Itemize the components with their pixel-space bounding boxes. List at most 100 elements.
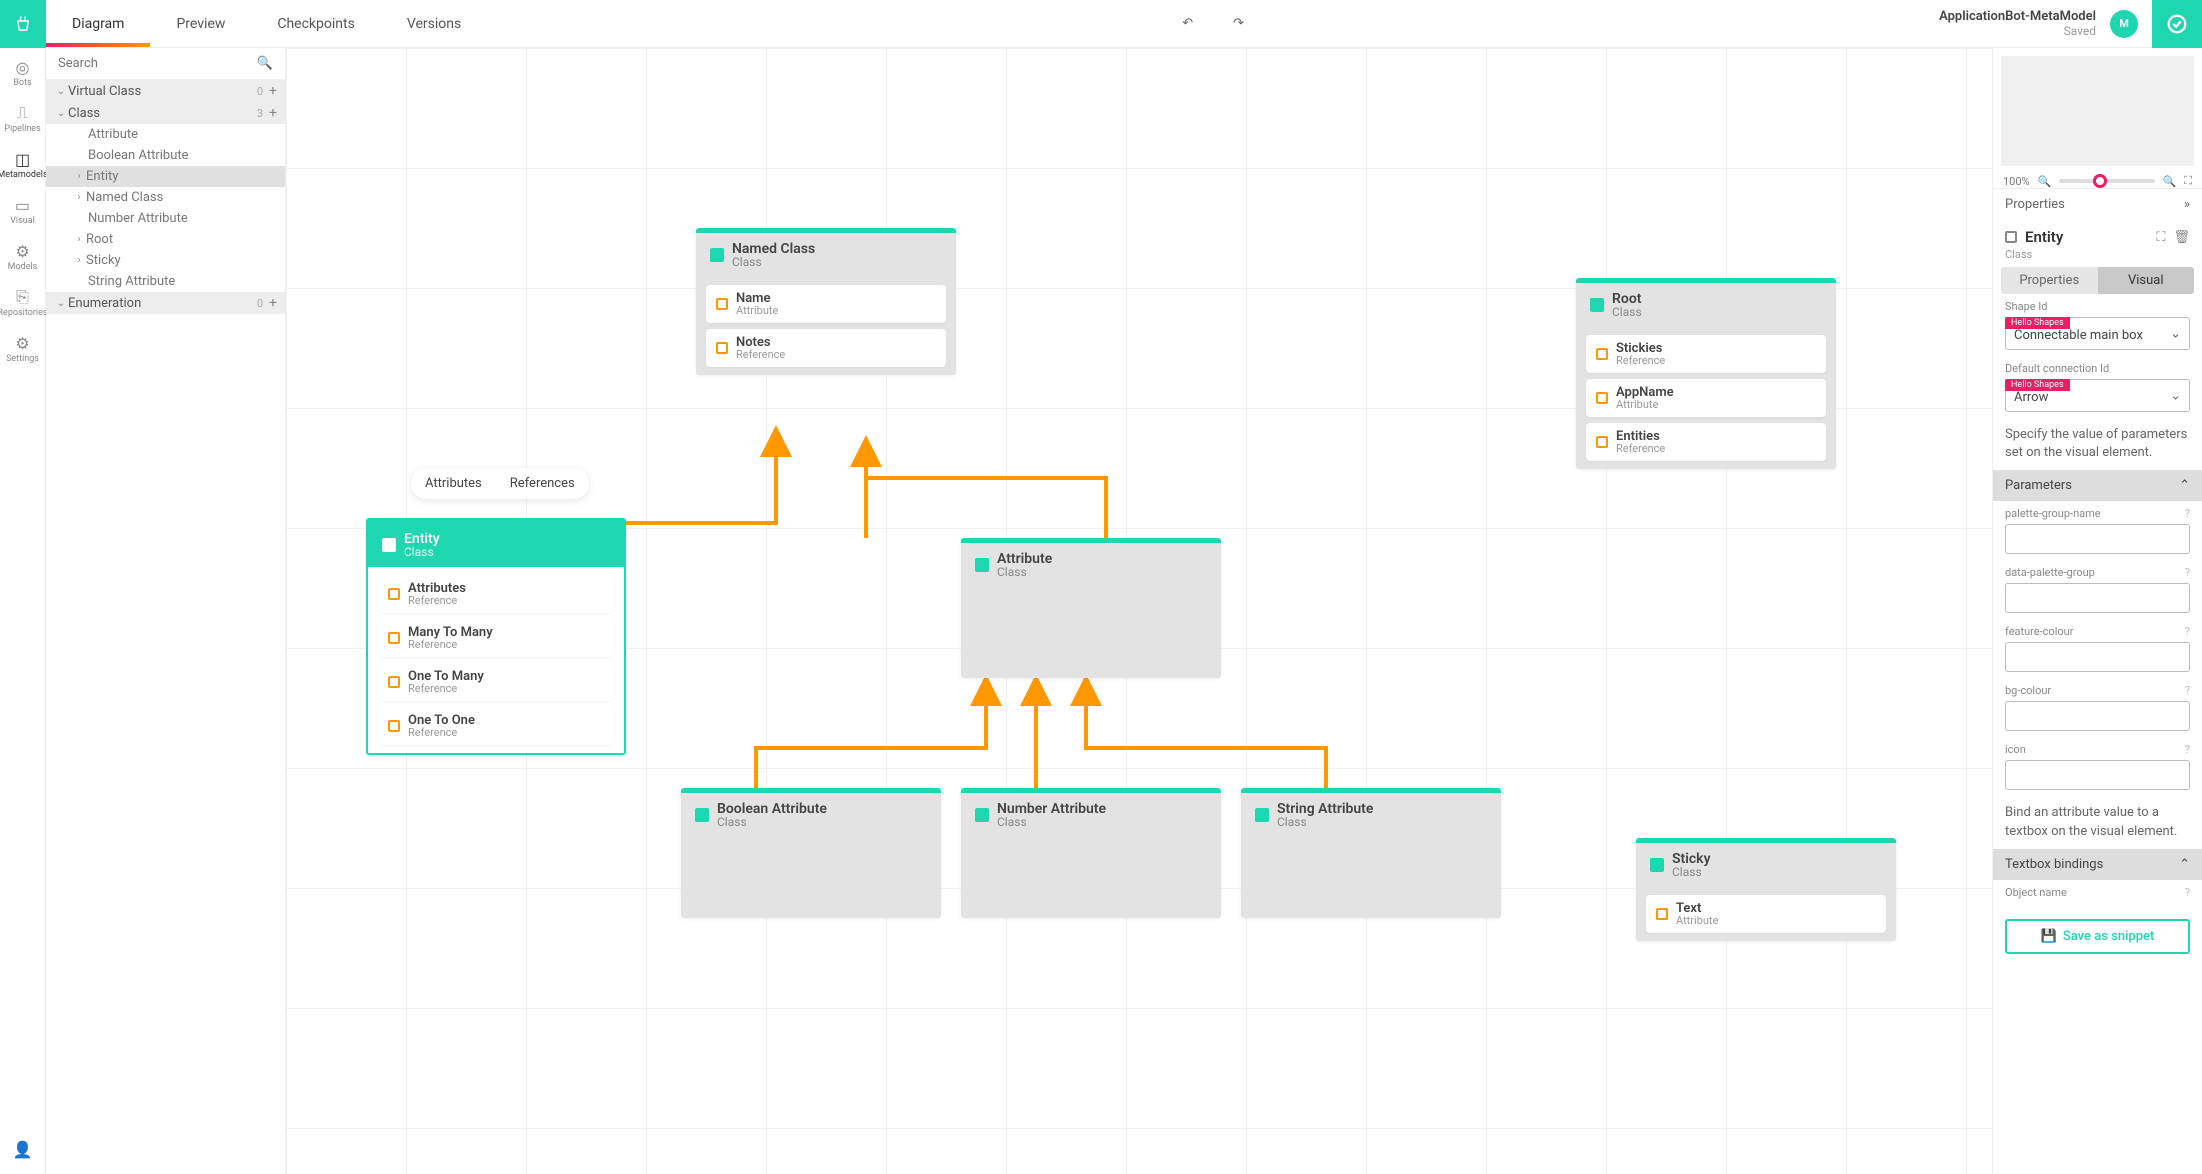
node-number-attribute[interactable]: Number AttributeClass <box>961 788 1221 918</box>
tab-versions[interactable]: Versions <box>381 0 487 47</box>
attr-row[interactable]: EntitiesReference <box>1586 423 1826 461</box>
selected-object-title: Entity <box>2025 228 2063 246</box>
tree-root[interactable]: ›Root <box>46 229 285 250</box>
rail-settings[interactable]: ⚙Settings <box>6 334 39 364</box>
node-boolean-attribute[interactable]: Boolean AttributeClass <box>681 788 941 918</box>
textbox-bindings-accordion[interactable]: Textbox bindings⌃ <box>1993 849 2202 880</box>
node-string-attribute[interactable]: String AttributeClass <box>1241 788 1501 918</box>
attr-row[interactable]: TextAttribute <box>1646 895 1886 933</box>
zoom-slider[interactable] <box>2059 179 2154 183</box>
search-input[interactable] <box>58 56 249 71</box>
help-icon[interactable]: ? <box>2185 625 2190 638</box>
attr-row[interactable]: AppNameAttribute <box>1586 379 1826 417</box>
tree-number-attribute[interactable]: Number Attribute <box>46 208 285 229</box>
rail-user[interactable]: 👤 <box>14 1140 32 1158</box>
add-icon[interactable]: + <box>269 105 277 121</box>
save-icon: 💾 <box>2041 929 2057 944</box>
tree-class[interactable]: ⌄Class3+ <box>46 102 285 124</box>
node-entity[interactable]: EntityClass AttributesReference Many To … <box>366 518 626 755</box>
attr-icon <box>1596 436 1608 448</box>
undo-icon[interactable]: ↶ <box>1182 16 1193 31</box>
attr-icon <box>388 676 400 688</box>
attr-icon <box>1596 392 1608 404</box>
rail-visual[interactable]: ▭Visual <box>10 196 35 226</box>
tab-preview[interactable]: Preview <box>150 0 251 47</box>
tree-virtual-class[interactable]: ⌄Virtual Class0+ <box>46 80 285 102</box>
subtab-visual[interactable]: Visual <box>2098 267 2195 294</box>
node-sticky[interactable]: StickyClass TextAttribute <box>1636 838 1896 941</box>
shape-id-select[interactable]: Hello ShapesConnectable main box⌄ <box>2005 317 2190 350</box>
attr-row[interactable]: One To OneReference <box>378 707 614 745</box>
help-icon[interactable]: ? <box>2185 507 2190 520</box>
avatar[interactable]: M <box>2110 10 2138 38</box>
search-icon[interactable]: 🔍 <box>257 56 273 71</box>
tree-enumeration[interactable]: ⌄Enumeration0+ <box>46 292 285 314</box>
attr-icon <box>1596 348 1608 360</box>
tree-entity[interactable]: ›Entity <box>46 166 285 187</box>
node-attribute[interactable]: AttributeClass <box>961 538 1221 678</box>
validate-button[interactable] <box>2152 0 2202 48</box>
node-named-class[interactable]: Named ClassClass NameAttribute NotesRefe… <box>696 228 956 375</box>
rail-metamodels[interactable]: ◫Metamodels <box>0 150 48 180</box>
attr-icon <box>388 588 400 600</box>
add-icon[interactable]: + <box>269 83 277 99</box>
fullscreen-icon[interactable]: ⛶ <box>2184 174 2192 188</box>
diagram-canvas[interactable]: Attributes References Named ClassClass N… <box>286 48 1992 1174</box>
zoom-out-icon[interactable]: 🔍 <box>2038 175 2052 188</box>
class-icon <box>382 538 396 552</box>
help-icon[interactable]: ? <box>2185 566 2190 579</box>
save-snippet-button[interactable]: 💾Save as snippet <box>2005 919 2190 954</box>
class-icon <box>1590 298 1604 312</box>
help-icon[interactable]: ? <box>2185 684 2190 697</box>
help-icon[interactable]: ? <box>2185 886 2190 899</box>
redo-icon[interactable]: ↷ <box>1233 16 1244 31</box>
tree-boolean-attribute[interactable]: Boolean Attribute <box>46 145 285 166</box>
attr-row[interactable]: One To ManyReference <box>378 663 614 701</box>
pill-references[interactable]: References <box>496 468 589 499</box>
tree-sticky[interactable]: ›Sticky <box>46 250 285 271</box>
attr-row[interactable]: AttributesReference <box>378 575 614 613</box>
rail-bots[interactable]: ◎Bots <box>13 58 31 88</box>
rail-repositories[interactable]: ⎘Repositories <box>0 288 48 318</box>
minimap[interactable] <box>2001 56 2194 166</box>
class-icon <box>975 558 989 572</box>
node-root[interactable]: RootClass StickiesReference AppNameAttri… <box>1576 278 1836 469</box>
connection-id-select[interactable]: Hello ShapesArrow⌄ <box>2005 379 2190 412</box>
attr-row[interactable]: NotesReference <box>706 329 946 367</box>
properties-heading: Properties» <box>1993 188 2202 220</box>
collapse-icon[interactable]: » <box>2184 197 2190 212</box>
help-icon[interactable]: ? <box>2185 743 2190 756</box>
zoom-in-icon[interactable]: 🔍 <box>2163 175 2177 188</box>
attr-icon <box>1656 908 1668 920</box>
attr-row[interactable]: Many To ManyReference <box>378 619 614 657</box>
chevron-down-icon: ⌄ <box>2170 326 2181 341</box>
class-icon <box>695 808 709 822</box>
feature-colour-input[interactable] <box>2005 642 2190 672</box>
add-icon[interactable]: + <box>269 295 277 311</box>
zoom-level: 100% <box>2003 175 2030 188</box>
relation-pill[interactable]: Attributes References <box>411 468 589 499</box>
parameters-accordion[interactable]: Parameters⌃ <box>1993 470 2202 501</box>
project-name: ApplicationBot-MetaModel <box>1939 9 2096 24</box>
tree-attribute[interactable]: Attribute <box>46 124 285 145</box>
rail-models[interactable]: ⚙Models <box>8 242 38 272</box>
attr-row[interactable]: StickiesReference <box>1586 335 1826 373</box>
data-palette-group-input[interactable] <box>2005 583 2190 613</box>
subtab-properties[interactable]: Properties <box>2001 267 2098 294</box>
tab-checkpoints[interactable]: Checkpoints <box>251 0 380 47</box>
tree-string-attribute[interactable]: String Attribute <box>46 271 285 292</box>
tree-named-class[interactable]: ›Named Class <box>46 187 285 208</box>
bg-colour-input[interactable] <box>2005 701 2190 731</box>
class-icon <box>710 248 724 262</box>
logo[interactable] <box>0 0 46 48</box>
pill-attributes[interactable]: Attributes <box>411 468 496 499</box>
delete-icon[interactable]: 🗑 <box>2173 230 2190 245</box>
attr-icon <box>716 298 728 310</box>
palette-group-name-input[interactable] <box>2005 524 2190 554</box>
attr-row[interactable]: NameAttribute <box>706 285 946 323</box>
tab-diagram[interactable]: Diagram <box>46 0 150 47</box>
icon-input[interactable] <box>2005 760 2190 790</box>
search-box[interactable]: 🔍 <box>46 48 285 80</box>
expand-icon[interactable]: ⛶ <box>2156 230 2165 245</box>
rail-pipelines[interactable]: ⎍Pipelines <box>4 104 40 134</box>
